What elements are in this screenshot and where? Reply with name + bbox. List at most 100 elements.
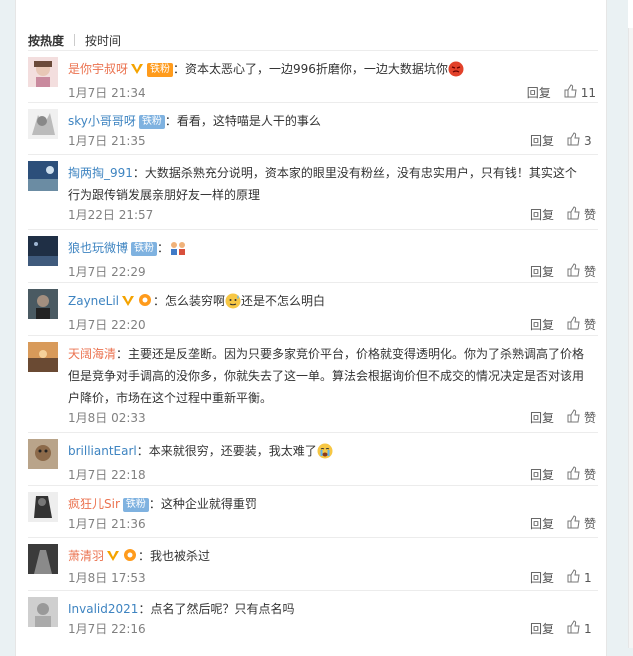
page-scrollbar[interactable] — [608, 0, 633, 656]
username[interactable]: ZayneLil — [68, 294, 119, 308]
username[interactable]: 萧清羽 — [68, 549, 104, 563]
like-button[interactable]: 赞 — [566, 206, 596, 223]
username[interactable]: sky小哥哥呀 — [68, 114, 136, 128]
comment-time: 1月7日 22:29 — [68, 265, 146, 279]
avatar[interactable] — [28, 236, 58, 266]
username[interactable]: Invalid2021 — [68, 602, 138, 616]
comment-list: 是你宇叔呀 铁粉 ：资本太恶心了，一边996折磨你，一边大数据坑你 1月7日 21:… — [16, 50, 608, 643]
reply-button[interactable]: 回复 — [530, 132, 554, 149]
tab-hot[interactable]: 按热度 — [28, 32, 64, 49]
fan-badge: 铁粉 — [147, 63, 174, 77]
thumbs-up-icon — [566, 515, 580, 532]
reply-button[interactable]: 回复 — [527, 84, 551, 101]
like-count: 1 — [584, 570, 592, 585]
avatar[interactable] — [28, 289, 58, 319]
avatar[interactable] — [28, 597, 58, 627]
comment-item: Invalid2021：点名了然后呢？只有点名吗 1月7日 22:16 回复 1 — [28, 590, 598, 643]
username[interactable]: brilliantEarl — [68, 444, 137, 458]
like-button[interactable]: 赞 — [566, 409, 596, 426]
comment-time: 1月8日 17:53 — [68, 571, 146, 585]
comment-text: ：看看，这特喵是人干的事么 — [164, 114, 321, 128]
avatar[interactable] — [28, 492, 58, 522]
username[interactable]: 天阔海清 — [68, 347, 116, 361]
thumbs-up-icon — [566, 316, 580, 333]
reply-button[interactable]: 回复 — [530, 569, 554, 586]
vip-icon — [121, 292, 135, 314]
thumbs-up-icon — [566, 409, 580, 426]
angry-face-icon — [448, 61, 464, 84]
comment-item: 掏两掏_991：大数据杀熟充分说明，资本家的眼里没有粉丝，没有忠实用户，只有钱！… — [28, 154, 598, 229]
reply-button[interactable]: 回复 — [530, 515, 554, 532]
comment-time: 1月7日 22:18 — [68, 468, 146, 482]
comment-panel: 按热度 按时间 是你宇叔呀 铁粉 ：资本太恶心了，一边996折磨你，一边大数据坑你 … — [15, 0, 607, 656]
comment-item: 萧清羽 ：我也被杀过 1月8日 17:53 回复 1 — [28, 537, 598, 590]
username[interactable]: 是你宇叔呀 — [68, 62, 128, 76]
reply-button[interactable]: 回复 — [530, 316, 554, 333]
avatar[interactable] — [28, 544, 58, 574]
comment-time: 1月7日 21:36 — [68, 517, 146, 531]
like-button[interactable]: 1 — [566, 620, 596, 637]
reply-button[interactable]: 回复 — [530, 263, 554, 280]
avatar[interactable] — [28, 439, 58, 469]
like-count: 赞 — [583, 265, 596, 279]
comment-text: ：我也被杀过 — [138, 549, 211, 563]
like-button[interactable]: 3 — [566, 132, 596, 149]
thumbs-up-icon — [566, 569, 580, 586]
comment-text: ：本来就很穷，还要装，我太难了 — [136, 444, 317, 458]
like-button[interactable]: 赞 — [566, 515, 596, 532]
comment-time: 1月8日 02:33 — [68, 411, 146, 425]
sweat-face-icon — [225, 293, 241, 316]
comment-time: 1月22日 21:57 — [68, 208, 154, 222]
comment-text: ：怎么装穷啊 — [153, 294, 226, 308]
reply-button[interactable]: 回复 — [530, 466, 554, 483]
comment-time: 1月7日 22:16 — [68, 622, 146, 636]
comment-item: 是你宇叔呀 铁粉 ：资本太恶心了，一边996折磨你，一边大数据坑你 1月7日 21:… — [28, 50, 598, 102]
like-count: 1 — [584, 621, 592, 636]
like-button[interactable]: 赞 — [566, 263, 596, 280]
avatar[interactable] — [28, 342, 58, 372]
tab-time[interactable]: 按时间 — [85, 32, 121, 49]
like-count: 赞 — [583, 318, 596, 332]
sort-tabs: 按热度 按时间 — [28, 32, 121, 48]
comment-item: 疯狂儿Sir 铁粉 ：这种企业就得重罚 1月7日 21:36 回复 赞 — [28, 485, 598, 537]
thumbs-up-icon — [566, 466, 580, 483]
vip-icon — [130, 60, 144, 82]
like-button[interactable]: 1 — [566, 569, 596, 586]
comment-text: ：主要还是反垄断。因为只要多家竞价平台，价格就变得透明化。你为了杀熟调高了价格但… — [68, 347, 585, 405]
like-button[interactable]: 赞 — [566, 466, 596, 483]
reply-button[interactable]: 回复 — [530, 409, 554, 426]
avatar[interactable] — [28, 57, 58, 87]
like-button[interactable]: 11 — [563, 84, 596, 101]
comment-time: 1月7日 22:20 — [68, 318, 146, 332]
comment-time: 1月7日 21:34 — [68, 86, 146, 100]
cry-face-icon — [317, 443, 333, 466]
reply-button[interactable]: 回复 — [530, 206, 554, 223]
vip-icon — [106, 547, 120, 569]
comment-text-2: 还是不怎么明白 — [241, 294, 326, 308]
comment-text: ：资本太恶心了，一边996折磨你，一边大数据坑你 — [173, 62, 448, 76]
username[interactable]: 狼也玩微博 — [68, 241, 128, 255]
comment-text: ： — [157, 241, 170, 255]
thumbs-up-icon — [566, 263, 580, 280]
username[interactable]: 掏两掏_991 — [68, 166, 133, 180]
like-count: 11 — [580, 85, 596, 100]
people-icon — [169, 240, 187, 263]
username[interactable]: 疯狂儿Sir — [68, 497, 120, 511]
avatar[interactable] — [28, 109, 58, 139]
scrollbar-track[interactable] — [628, 28, 633, 648]
like-button[interactable]: 赞 — [566, 316, 596, 333]
thumbs-up-icon — [566, 206, 580, 223]
like-count: 赞 — [583, 517, 596, 531]
fan-level-icon — [137, 292, 153, 314]
avatar[interactable] — [28, 161, 58, 191]
comment-item: 狼也玩微博 铁粉： 1月7日 22:29 回复 赞 — [28, 229, 598, 282]
comment-text: ：点名了然后呢？只有点名吗 — [138, 602, 295, 616]
comment-item: sky小哥哥呀 铁粉 ：看看，这特喵是人干的事么 1月7日 21:35 回复 3 — [28, 102, 598, 154]
fan-badge: 铁粉 — [122, 498, 149, 512]
fan-badge: 铁粉 — [131, 242, 158, 256]
tab-divider — [74, 34, 76, 46]
like-count: 赞 — [583, 208, 596, 222]
comment-item: brilliantEarl：本来就很穷，还要装，我太难了 1月7日 22:18 … — [28, 432, 598, 485]
reply-button[interactable]: 回复 — [530, 620, 554, 637]
comment-text: ：这种企业就得重罚 — [148, 497, 257, 511]
